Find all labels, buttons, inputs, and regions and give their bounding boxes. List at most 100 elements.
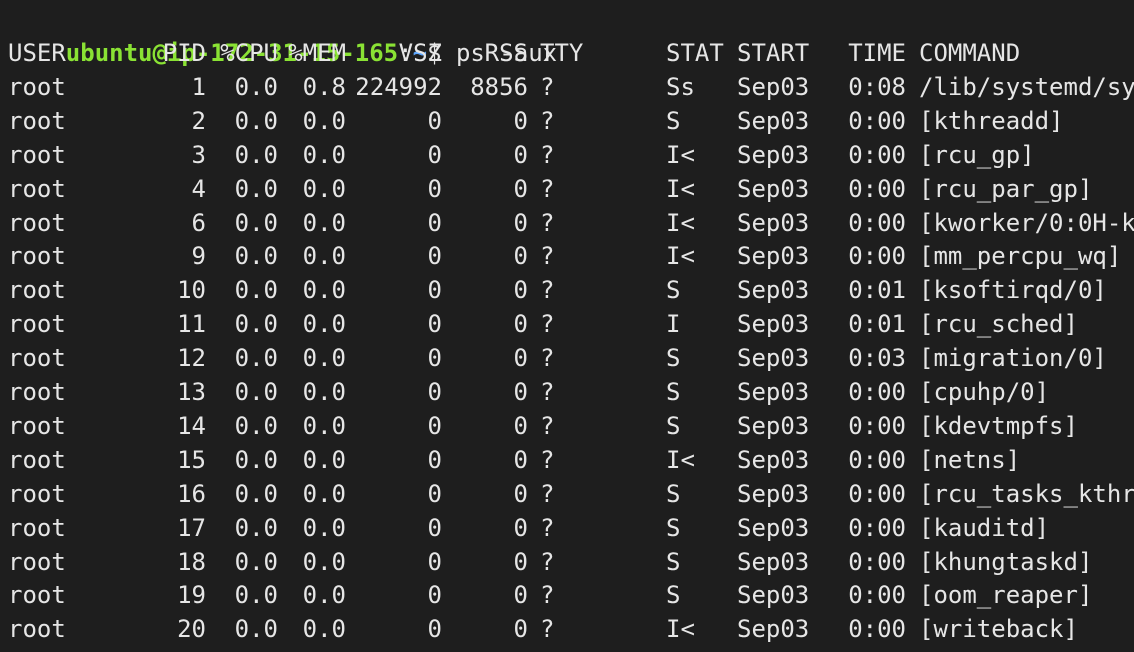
cell-mem: 0.0: [302, 174, 346, 203]
cell-start: Sep03: [737, 276, 810, 305]
cell-cpu: 0.0: [234, 411, 278, 440]
table-row: root 15 0.0 0.0 0 0? I< Sep03 0:00 [netns]: [0, 443, 1134, 477]
cell-rss: 0: [513, 140, 528, 169]
cell-vsz: 0: [427, 208, 442, 237]
cell-rss: 0: [513, 445, 528, 474]
cell-pid: 10: [177, 276, 206, 305]
cell-vsz: 0: [427, 310, 442, 339]
cell-start: Sep03: [737, 106, 810, 135]
cell-user: root: [8, 72, 66, 101]
cell-cpu: 0.0: [234, 513, 278, 542]
cell-mem: 0.0: [302, 140, 346, 169]
cell-tty: ?: [540, 479, 555, 508]
cell-time: 0:03: [848, 344, 906, 373]
cell-rss: 0: [513, 615, 528, 644]
cell-user: root: [8, 174, 66, 203]
cell-vsz: 0: [427, 378, 442, 406]
cell-user: root: [8, 378, 66, 406]
cell-mem: 0.8: [302, 72, 346, 101]
header-rss: RSS: [484, 39, 528, 67]
cell-start: Sep03: [737, 411, 810, 440]
cell-tty: ?: [540, 344, 555, 373]
cell-command: [cpuhp/0]: [919, 378, 1050, 406]
cell-tty: ?: [540, 174, 555, 203]
cell-cpu: 0.0: [234, 479, 278, 508]
cell-command: [kthreadd]: [919, 106, 1064, 135]
cell-rss: 0: [513, 378, 528, 406]
cell-user: root: [8, 106, 66, 135]
cell-mem: 0.0: [302, 479, 346, 508]
cell-start: Sep03: [737, 547, 810, 576]
cell-tty: ?: [540, 445, 555, 474]
cell-tty: ?: [540, 378, 555, 406]
cell-user: root: [8, 547, 66, 576]
table-row: root 3 0.0 0.0 0 0? I< Sep03 0:00 [rcu_gp]: [0, 138, 1134, 172]
cell-start: Sep03: [737, 513, 810, 542]
cell-start: Sep03: [737, 140, 810, 169]
cell-pid: 1: [191, 72, 206, 101]
cell-stat: I<: [666, 242, 695, 271]
cell-command: [khungtaskd]: [919, 547, 1093, 576]
cell-mem: 0.0: [302, 411, 346, 440]
cell-mem: 0.0: [302, 547, 346, 576]
cell-stat: S: [666, 344, 681, 373]
cell-time: 0:00: [848, 378, 906, 406]
cell-stat: I: [666, 310, 681, 339]
cell-time: 0:00: [848, 547, 906, 576]
cell-stat: S: [666, 378, 681, 406]
terminal-window[interactable]: ubuntu@ip-172-31-15-165:~$ ps -aux USER P…: [0, 0, 1134, 652]
cell-user: root: [8, 208, 66, 237]
cell-stat: Ss: [666, 72, 695, 101]
cell-cpu: 0.0: [234, 445, 278, 474]
cell-rss: 0: [513, 411, 528, 440]
cell-rss: 0: [513, 513, 528, 542]
cell-start: Sep03: [737, 479, 810, 508]
header-stat: STAT: [666, 39, 724, 67]
cell-command: [rcu_gp]: [919, 140, 1035, 169]
cell-start: Sep03: [737, 242, 810, 271]
cell-tty: ?: [540, 106, 555, 135]
prompt-line: ubuntu@ip-172-31-15-165:~$ ps -aux: [8, 2, 557, 67]
cell-pid: 20: [177, 615, 206, 644]
header-command: COMMAND: [919, 39, 1021, 67]
cell-time: 0:00: [848, 513, 906, 542]
table-header-row: USER PID %CPU %MEM VSZ RSS TTY STAT START TIME COM…: [0, 36, 1134, 70]
table-row: root 2 0.0 0.0 0 0? S Sep03 0:00 [kthreadd]: [0, 104, 1134, 138]
cell-command: [rcu_tasks_kthr: [919, 479, 1134, 508]
cell-mem: 0.0: [302, 106, 346, 135]
cell-command: [kdevtmpfs]: [919, 411, 1078, 440]
cell-mem: 0.0: [302, 378, 346, 406]
table-row: root 6 0.0 0.0 0 0? I< Sep03 0:00 [kworker/0:0H-k: [0, 206, 1134, 240]
cell-mem: 0.0: [302, 445, 346, 474]
cell-start: Sep03: [737, 174, 810, 203]
cell-command: /lib/systemd/sy: [919, 72, 1134, 101]
table-row: root 19 0.0 0.0 0 0? S Sep03 0:00 [oom_reaper]: [0, 578, 1134, 612]
cell-tty: ?: [540, 140, 555, 169]
cell-user: root: [8, 445, 66, 474]
cell-command: [ksoftirqd/0]: [919, 276, 1107, 305]
cell-time: 0:00: [848, 479, 906, 508]
cell-pid: 15: [177, 445, 206, 474]
cell-rss: 0: [513, 310, 528, 339]
cell-tty: ?: [540, 615, 555, 644]
header-pid: PID: [162, 39, 206, 67]
cell-user: root: [8, 411, 66, 440]
cell-mem: 0.0: [302, 242, 346, 271]
cell-cpu: 0.0: [234, 242, 278, 271]
table-row: root 10 0.0 0.0 0 0? S Sep03 0:01 [ksoftirqd/0]: [0, 273, 1134, 307]
cell-user: root: [8, 513, 66, 542]
cell-stat: I<: [666, 615, 695, 644]
cell-user: root: [8, 479, 66, 508]
cell-cpu: 0.0: [234, 581, 278, 610]
cell-stat: S: [666, 411, 681, 440]
cell-rss: 0: [513, 174, 528, 203]
table-row: root 1 0.0 0.8 224992 8856? Ss Sep03 0:08/lib/sy…: [0, 70, 1134, 104]
cell-mem: 0.0: [302, 615, 346, 644]
cell-rss: 8856: [470, 72, 528, 101]
cell-cpu: 0.0: [234, 310, 278, 339]
header-vsz: VSZ: [398, 39, 442, 67]
cell-stat: S: [666, 513, 681, 542]
cell-time: 0:00: [848, 445, 906, 474]
cell-cpu: 0.0: [234, 174, 278, 203]
cell-mem: 0.0: [302, 208, 346, 237]
